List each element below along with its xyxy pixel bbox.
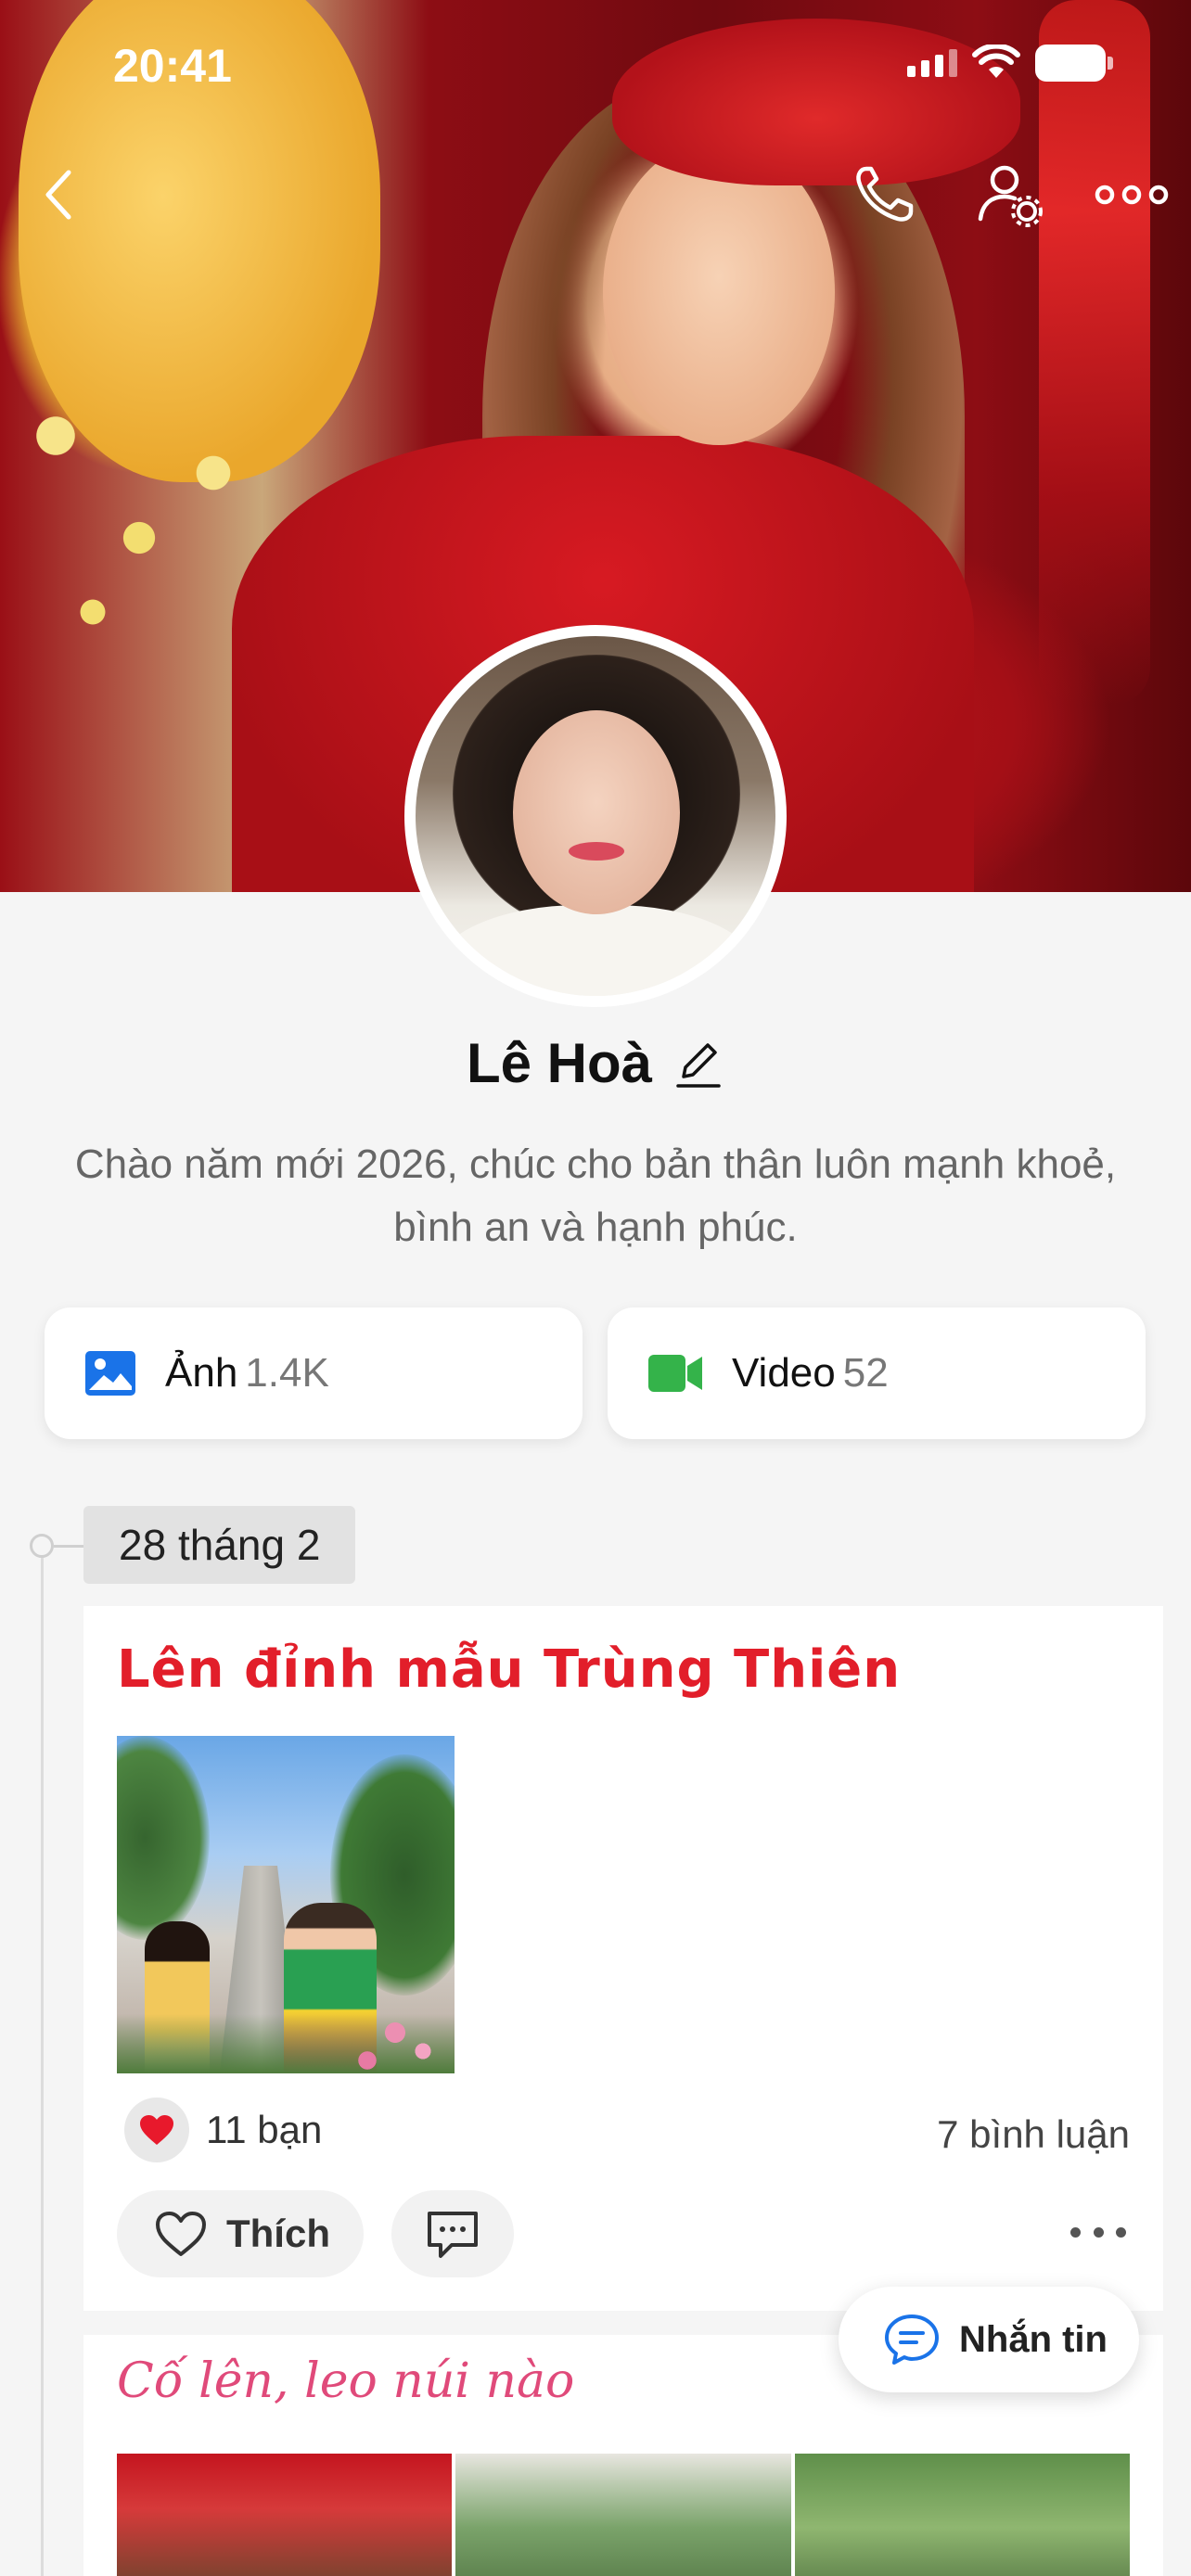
timeline-date: 28 tháng 2: [83, 1506, 356, 1584]
post-more-button[interactable]: [1070, 2209, 1126, 2255]
more-horizontal-icon: [1095, 185, 1169, 205]
image-icon: [85, 1351, 135, 1396]
heart-outline-icon: [156, 2212, 206, 2256]
cellular-signal-icon: [907, 49, 957, 77]
post-photo-grid: [117, 2454, 1130, 2576]
post-title: Lên đỉnh mẫu Trùng Thiên: [117, 1639, 902, 1700]
back-button[interactable]: [32, 158, 87, 232]
videos-count: 52: [842, 1350, 889, 1396]
dot: [1116, 2226, 1126, 2238]
photos-label: Ảnh: [165, 1350, 238, 1396]
status-icons: [907, 45, 1113, 82]
profile-name: Lê Hoà: [466, 1032, 653, 1094]
message-label: Nhắn tin: [959, 2318, 1108, 2360]
avatar-photo: [416, 636, 775, 996]
comment-bubble-icon: [428, 2212, 478, 2258]
comments-count[interactable]: 7 bình luận: [937, 2112, 1130, 2157]
timeline-dot: [30, 1534, 54, 1558]
post-card[interactable]: Lên đỉnh mẫu Trùng Thiên 11 bạn 7 bình l…: [83, 1606, 1163, 2311]
like-label: Thích: [226, 2212, 330, 2255]
post-title: Cố lên, leo núi nào: [117, 2353, 575, 2409]
post-photo[interactable]: [794, 2454, 1130, 2576]
profile-settings-button[interactable]: [969, 158, 1053, 232]
photo-flowers: [117, 2014, 455, 2073]
avatar-shirt: [434, 905, 759, 996]
edit-pencil-icon[interactable]: [672, 1036, 724, 1091]
user-gear-icon: [978, 165, 1043, 227]
video-camera-icon: [648, 1355, 702, 1392]
battery-icon: [1035, 45, 1113, 82]
phone-icon: [856, 166, 914, 222]
heart-filled-icon: [140, 2115, 173, 2145]
profile-name-row: Lê Hoà: [0, 1031, 1191, 1095]
avatar[interactable]: [404, 625, 787, 1007]
status-bar: 20:41: [0, 0, 1191, 130]
profile-bio: Chào năm mới 2026, chúc cho bản thân luô…: [74, 1141, 1117, 1250]
videos-card[interactable]: Video 52: [608, 1307, 1146, 1439]
post-photo[interactable]: [117, 1736, 455, 2073]
photos-card[interactable]: Ảnh 1.4K: [45, 1307, 583, 1439]
avatar-smile: [569, 842, 624, 861]
chat-bubble-icon: [885, 2315, 939, 2365]
post-photo[interactable]: [455, 2454, 791, 2576]
heart-reaction-badge: [124, 2098, 189, 2162]
timeline-connector: [54, 1545, 85, 1548]
call-button[interactable]: [844, 158, 928, 232]
photos-count: 1.4K: [245, 1350, 329, 1396]
chevron-left-icon: [45, 170, 71, 220]
dot: [1093, 2226, 1104, 2238]
more-options-button[interactable]: [1090, 158, 1173, 232]
like-button[interactable]: Thích: [117, 2190, 364, 2277]
comment-button[interactable]: [391, 2190, 514, 2277]
reaction-summary[interactable]: 11 bạn: [124, 2098, 322, 2162]
dot: [1070, 2226, 1081, 2238]
status-time: 20:41: [113, 40, 232, 92]
timeline-line: [41, 1544, 44, 2576]
post-photo[interactable]: [117, 2454, 453, 2576]
photo-tree-left: [117, 1736, 210, 1940]
videos-label: Video: [732, 1350, 836, 1396]
avatar-face: [513, 710, 680, 914]
wifi-icon: [972, 45, 1020, 78]
message-button[interactable]: Nhắn tin: [839, 2287, 1139, 2392]
reaction-count: 11 bạn: [206, 2108, 323, 2151]
